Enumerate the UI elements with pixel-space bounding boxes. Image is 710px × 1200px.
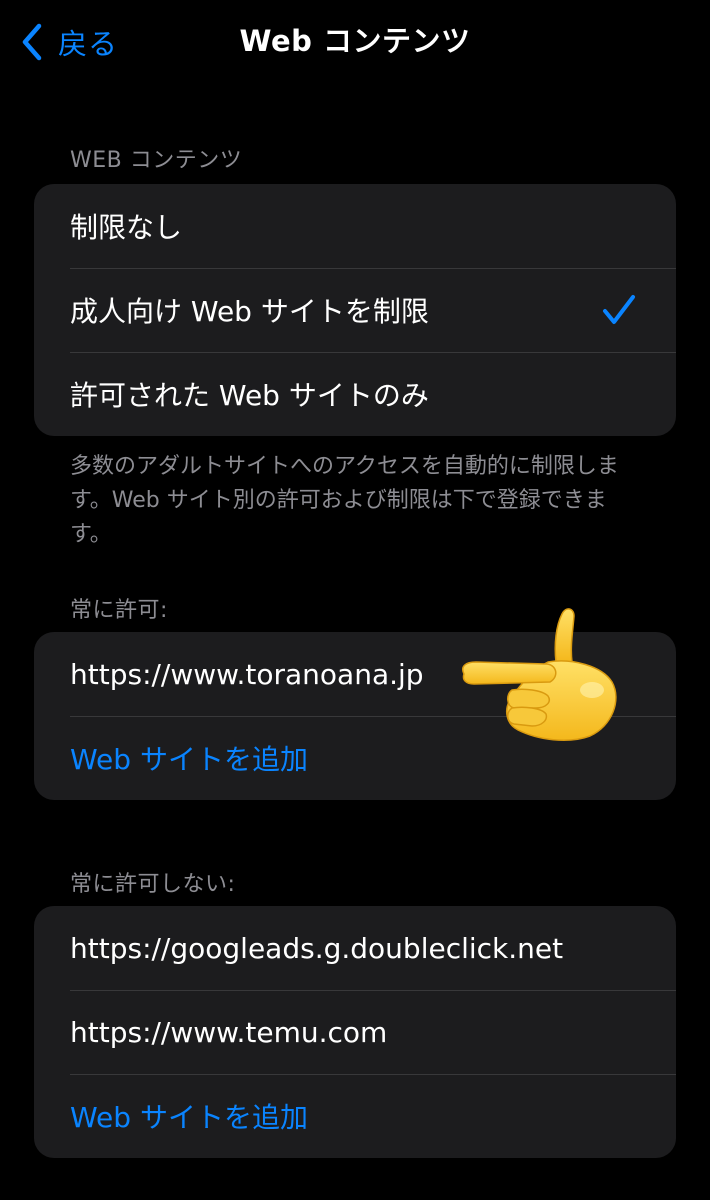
site-url: https://www.toranoana.jp bbox=[70, 657, 424, 691]
never-allow-site-row[interactable]: https://www.temu.com bbox=[34, 990, 676, 1074]
never-allow-site-row[interactable]: https://googleads.g.doubleclick.net bbox=[34, 906, 676, 990]
always-allow-section-header: 常に許可: bbox=[70, 598, 168, 623]
web-content-footer-note: 多数のアダルトサイトへのアクセスを自動的に制限します。Web サイト別の許可およ… bbox=[70, 454, 619, 547]
option-label: 許可された Web サイトのみ bbox=[70, 379, 429, 412]
add-website-label: Web サイトを追加 bbox=[70, 1101, 308, 1134]
checkmark-icon bbox=[603, 295, 635, 324]
web-content-section-header: WEB コンテンツ bbox=[70, 148, 243, 173]
option-limit-adult-websites[interactable]: 成人向け Web サイトを制限 bbox=[34, 268, 676, 352]
option-label: 成人向け Web サイトを制限 bbox=[70, 295, 429, 328]
never-allow-add-website-button[interactable]: Web サイトを追加 bbox=[34, 1074, 676, 1158]
never-allow-section-header: 常に許可しない: bbox=[70, 872, 236, 897]
web-content-options-group: 制限なし 成人向け Web サイトを制限 許可された Web サイトのみ bbox=[34, 184, 676, 436]
add-website-label: Web サイトを追加 bbox=[70, 743, 308, 776]
option-allowed-websites-only[interactable]: 許可された Web サイトのみ bbox=[34, 352, 676, 436]
never-allow-group: https://googleads.g.doubleclick.net http… bbox=[34, 906, 676, 1158]
site-url: https://www.temu.com bbox=[70, 1015, 388, 1049]
navigation-bar: 戻る Web コンテンツ bbox=[0, 0, 710, 84]
site-url: https://googleads.g.doubleclick.net bbox=[70, 931, 564, 965]
pointing-left-hand-emoji bbox=[462, 608, 617, 741]
option-label: 制限なし bbox=[70, 211, 183, 244]
page-title: Web コンテンツ bbox=[239, 24, 471, 58]
option-unrestricted[interactable]: 制限なし bbox=[34, 184, 676, 268]
